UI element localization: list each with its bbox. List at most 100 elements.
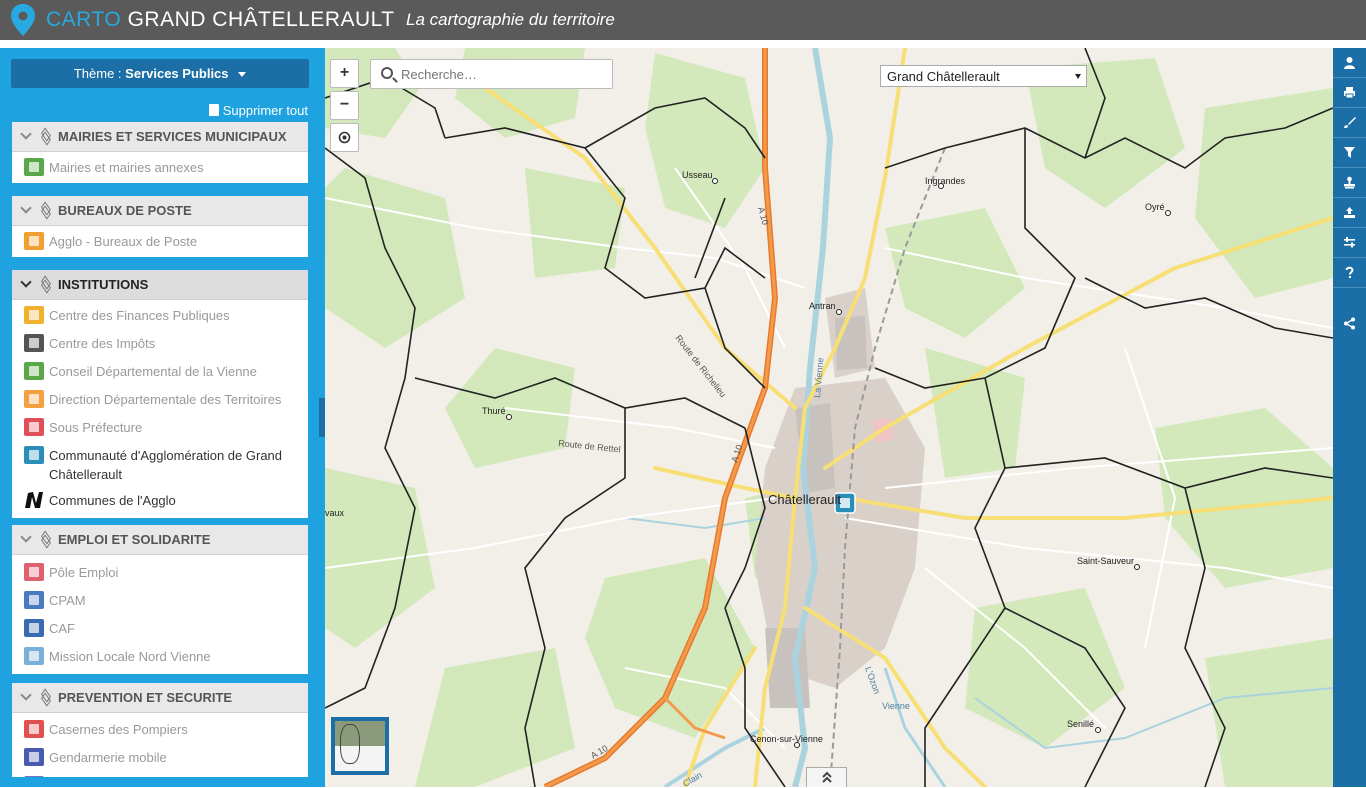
- layer-item[interactable]: Agglo - Bureaux de Poste: [12, 226, 308, 257]
- layer-item[interactable]: Communauté d'Agglomération de Grand Chât…: [12, 440, 308, 487]
- logo-grand: GRAND: [127, 8, 206, 31]
- basemap-thumbnail: [335, 721, 385, 771]
- layer-label: Casernes des Pompiers: [49, 722, 188, 737]
- basemap-switcher[interactable]: [331, 717, 389, 775]
- layer-item[interactable]: Mairies et mairies annexes: [12, 152, 308, 183]
- layer-group-mairies: MAIRIES ET SERVICES MUNICIPAUX Mairies e…: [12, 122, 308, 183]
- layers-icon: [40, 692, 52, 703]
- zoom-out-button[interactable]: −: [330, 91, 359, 120]
- filter-button[interactable]: [1333, 138, 1366, 168]
- chevron-down-icon: [20, 128, 32, 140]
- layer-label: Pôle Emploi: [49, 565, 119, 580]
- place-label: Usseau: [682, 170, 713, 180]
- group-title: INSTITUTIONS: [58, 277, 149, 292]
- agglomeration-icon: [24, 446, 44, 464]
- place-label: Oyré: [1145, 202, 1165, 212]
- group-title: MAIRIES ET SERVICES MUNICIPAUX: [58, 129, 287, 144]
- layer-label: Communes de l'Agglo: [49, 493, 176, 508]
- layer-item[interactable]: Communes de l'Agglo: [12, 487, 308, 518]
- map-layer: Usseau Ingrandes Oyré Antran Thuré Châte…: [325, 48, 1333, 787]
- chevron-down-icon: [20, 689, 32, 701]
- group-header[interactable]: INSTITUTIONS: [12, 270, 308, 300]
- layer-label: Conseil Départemental de la Vienne: [49, 364, 257, 379]
- search-input[interactable]: [401, 65, 601, 84]
- sub-prefecture-icon: [24, 418, 44, 436]
- stamp-button[interactable]: [1333, 168, 1366, 198]
- health-insurance-icon: [24, 591, 44, 609]
- place-label: Thuré: [482, 406, 506, 416]
- layer-item[interactable]: Casernes des Pompiers: [12, 713, 308, 741]
- chevron-down-icon: [20, 202, 32, 214]
- locate-button[interactable]: [330, 123, 359, 152]
- print-button[interactable]: [1333, 78, 1366, 108]
- family-allowance-icon: [24, 619, 44, 637]
- department-council-icon: [24, 362, 44, 380]
- user-icon: [1344, 57, 1355, 69]
- share-button[interactable]: [1333, 308, 1366, 338]
- layer-item[interactable]: CPAM: [12, 583, 308, 611]
- layer-label: Centre des Finances Publiques: [49, 308, 230, 323]
- layer-item[interactable]: Conseil Départemental de la Vienne: [12, 356, 308, 384]
- layer-item[interactable]: Direction Départementale des Territoires: [12, 384, 308, 412]
- layer-item[interactable]: Mission Locale Nord Vienne: [12, 639, 308, 674]
- layer-item[interactable]: Sous Préfecture: [12, 412, 308, 440]
- communes-polygon-icon: [25, 492, 43, 508]
- user-button[interactable]: [1333, 48, 1366, 78]
- filter-icon: [1344, 147, 1355, 158]
- layer-label: CAF: [49, 621, 75, 636]
- finances-icon: [24, 306, 44, 324]
- help-button[interactable]: [1333, 258, 1366, 288]
- place-label: vaux: [325, 508, 345, 518]
- tool-bar: [1333, 48, 1366, 787]
- expand-bottom-panel-button[interactable]: [806, 767, 847, 787]
- group-header[interactable]: EMPLOI ET SOLIDARITE: [12, 525, 308, 555]
- layers-icon: [40, 534, 52, 545]
- layer-panel: Thème : Services Publics Supprimer tout …: [0, 48, 319, 787]
- remove-all-button[interactable]: Supprimer tout: [208, 103, 308, 118]
- group-title: BUREAUX DE POSTE: [58, 203, 192, 218]
- job-center-icon: [24, 563, 44, 581]
- upload-button[interactable]: [1333, 198, 1366, 228]
- upload-icon: [1344, 207, 1355, 218]
- layers-icon: [40, 205, 52, 216]
- remove-all-label: Supprimer tout: [222, 103, 308, 118]
- layer-item[interactable]: [12, 769, 308, 777]
- territories-office-icon: [24, 390, 44, 408]
- commune-select[interactable]: Grand Châtellerault: [880, 65, 1087, 87]
- gendarmerie-icon: [24, 748, 44, 766]
- map-canvas[interactable]: Usseau Ingrandes Oyré Antran Thuré Châte…: [325, 48, 1333, 787]
- place-label: Ingrandes: [925, 176, 966, 186]
- fire-station-icon: [24, 720, 44, 738]
- settings-button[interactable]: [1333, 228, 1366, 258]
- layer-item[interactable]: Centre des Impôts: [12, 328, 308, 356]
- chevron-down-icon: [20, 276, 32, 288]
- tax-office-icon: [24, 334, 44, 352]
- zoom-in-button[interactable]: +: [330, 59, 359, 88]
- group-header[interactable]: MAIRIES ET SERVICES MUNICIPAUX: [12, 122, 308, 152]
- group-header[interactable]: BUREAUX DE POSTE: [12, 196, 308, 226]
- app-logo[interactable]: CARTO GRAND CHÂTELLERAULT: [46, 8, 395, 32]
- double-chevron-up-icon: [821, 771, 832, 783]
- tagline: La cartographie du territoire: [406, 10, 615, 29]
- layer-item[interactable]: Centre des Finances Publiques: [12, 300, 308, 328]
- help-icon: [1345, 266, 1354, 278]
- group-title: EMPLOI ET SOLIDARITE: [58, 532, 211, 547]
- place-label: Senillé: [1067, 719, 1094, 729]
- layer-item[interactable]: Pôle Emploi: [12, 555, 308, 583]
- place-label: Antran: [809, 301, 836, 311]
- layer-item[interactable]: CAF: [12, 611, 308, 639]
- layer-label: Agglo - Bureaux de Poste: [49, 234, 198, 249]
- style-button[interactable]: [1333, 108, 1366, 138]
- theme-prefix: Thème :: [73, 66, 122, 81]
- search-box[interactable]: [370, 59, 613, 89]
- road-label: Route de Rettel: [558, 438, 621, 454]
- layer-label: Centre des Impôts: [49, 336, 156, 351]
- group-header[interactable]: PREVENTION ET SECURITE: [12, 683, 308, 713]
- brush-icon: [1344, 117, 1356, 128]
- logo-carto: CARTO: [46, 8, 122, 31]
- stamp-icon: [1344, 176, 1355, 189]
- layer-item[interactable]: Gendarmerie mobile: [12, 741, 308, 769]
- theme-dropdown[interactable]: Thème : Services Publics: [11, 59, 309, 88]
- search-icon: [381, 67, 393, 79]
- theme-value: Services Publics: [125, 66, 229, 81]
